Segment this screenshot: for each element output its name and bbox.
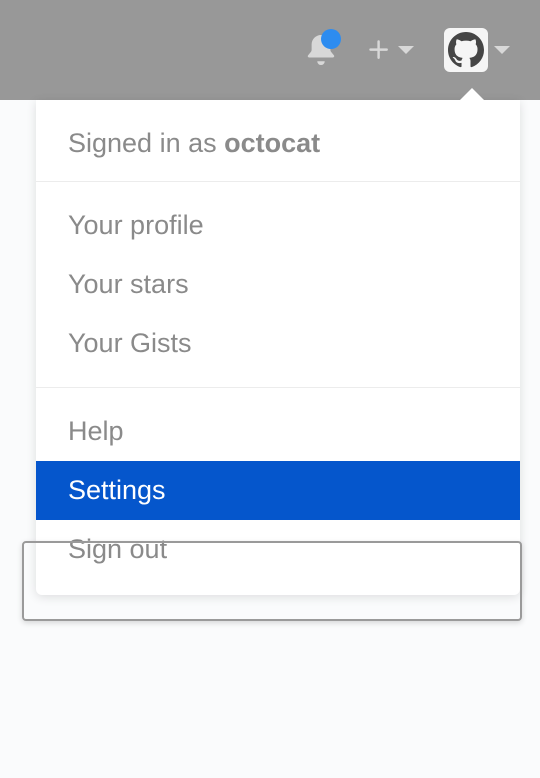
user-menu-button[interactable] bbox=[444, 28, 510, 72]
plus-icon bbox=[366, 37, 392, 63]
menu-item-settings[interactable]: Settings bbox=[36, 461, 520, 520]
notification-indicator-dot bbox=[321, 29, 341, 49]
chevron-down-icon bbox=[398, 46, 414, 54]
notifications-button[interactable] bbox=[306, 34, 336, 66]
top-header bbox=[0, 0, 540, 100]
menu-item-your-stars[interactable]: Your stars bbox=[36, 255, 520, 314]
octocat-icon bbox=[448, 32, 484, 68]
chevron-down-icon bbox=[494, 46, 510, 54]
dropdown-section-account: Help Settings Sign out bbox=[36, 388, 520, 583]
user-dropdown-menu: Signed in as octocat Your profile Your s… bbox=[36, 100, 520, 595]
username: octocat bbox=[224, 128, 320, 158]
avatar bbox=[444, 28, 488, 72]
menu-item-your-profile[interactable]: Your profile bbox=[36, 196, 520, 255]
menu-item-help[interactable]: Help bbox=[36, 402, 520, 461]
dropdown-pointer bbox=[458, 88, 486, 102]
signed-in-prefix: Signed in as bbox=[68, 128, 224, 158]
dropdown-section-profile: Your profile Your stars Your Gists bbox=[36, 182, 520, 388]
create-new-menu[interactable] bbox=[366, 37, 414, 63]
signed-in-as-label: Signed in as octocat bbox=[36, 100, 520, 182]
menu-item-your-gists[interactable]: Your Gists bbox=[36, 314, 520, 373]
menu-item-sign-out[interactable]: Sign out bbox=[36, 520, 520, 579]
